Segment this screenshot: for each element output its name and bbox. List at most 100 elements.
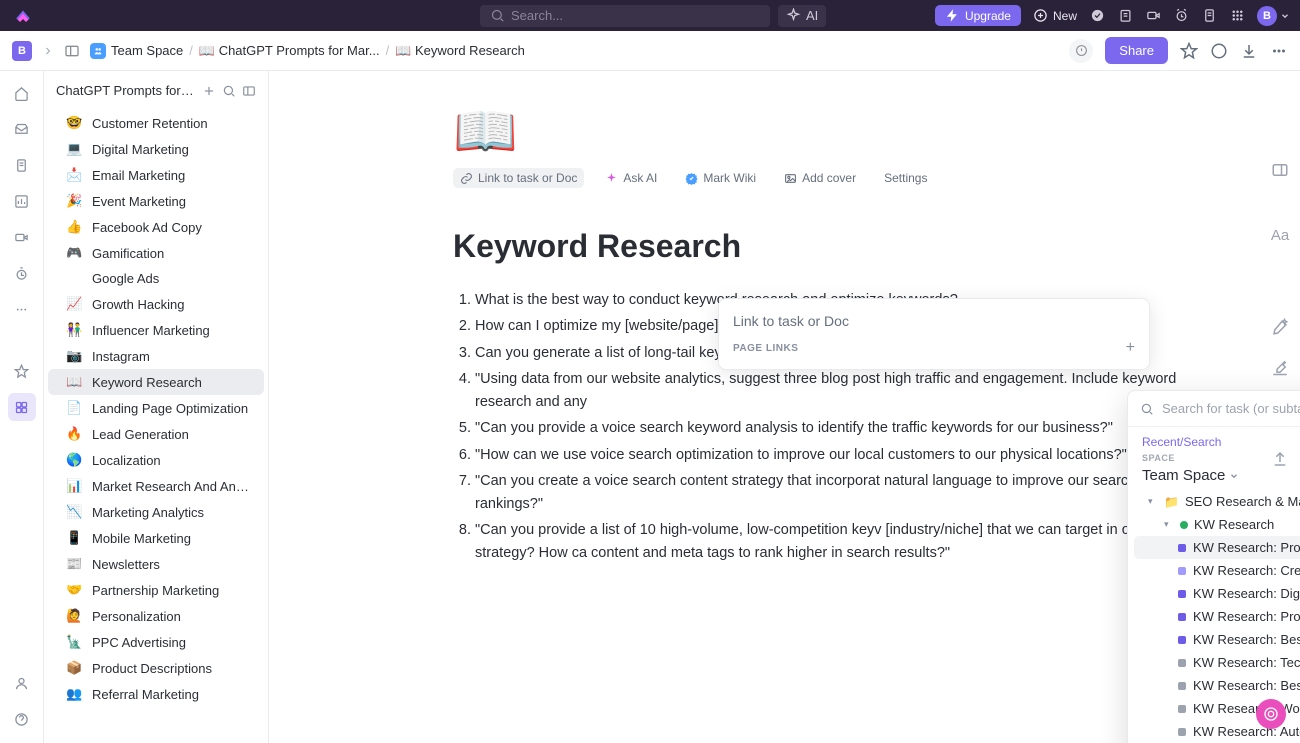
share-button[interactable]: Share: [1105, 37, 1168, 64]
add-cover-button[interactable]: Add cover: [777, 168, 863, 188]
rail-dashboards-icon[interactable]: [8, 187, 36, 215]
sidebar-item[interactable]: 🙋Personalization: [48, 603, 264, 629]
ask-ai-button[interactable]: Ask AI: [598, 168, 664, 188]
sidebar-item[interactable]: 📱Mobile Marketing: [48, 525, 264, 551]
link-popover-title: Link to task or Doc: [719, 299, 1149, 339]
page-emoji-icon: 🎮: [66, 245, 82, 261]
sidebar-item[interactable]: 🤝Partnership Marketing: [48, 577, 264, 603]
image-icon: [784, 172, 797, 185]
link-to-task-button[interactable]: Link to task or Doc: [453, 168, 584, 188]
rail-spaces-icon[interactable]: [8, 393, 36, 421]
page-emoji-icon: 🤝: [66, 582, 82, 598]
doc-title[interactable]: Keyword Research: [453, 228, 1213, 265]
highlight-icon[interactable]: [1271, 358, 1289, 376]
breadcrumb-parent[interactable]: 📖 ChatGPT Prompts for Mar...: [199, 43, 380, 59]
rail-home-icon[interactable]: [8, 79, 36, 107]
sidebar-item[interactable]: 📄Landing Page Optimization: [48, 395, 264, 421]
sidebar-item[interactable]: Google Ads: [48, 266, 264, 291]
download-icon[interactable]: [1240, 42, 1258, 60]
rail-help-icon[interactable]: [8, 705, 36, 733]
mark-wiki-button[interactable]: Mark Wiki: [678, 168, 763, 188]
collapse-sidebar-icon[interactable]: [242, 84, 256, 98]
sidebar-item[interactable]: 🎮Gamification: [48, 240, 264, 266]
sidebar-item[interactable]: 👥Referral Marketing: [48, 681, 264, 707]
rail-favorites-icon[interactable]: [8, 357, 36, 385]
workspace-badge[interactable]: B: [12, 41, 32, 61]
sidebar-item-label: Email Marketing: [92, 168, 185, 183]
doc-list-item[interactable]: "Can you provide a voice search keyword …: [475, 417, 1213, 439]
sidebar-item[interactable]: 🔥Lead Generation: [48, 421, 264, 447]
page-links-label: PAGE LINKS: [733, 343, 798, 354]
breadcrumb-space[interactable]: Team Space: [90, 43, 183, 59]
sidebar-item[interactable]: 📖Keyword Research: [48, 369, 264, 395]
sidebar-item-label: Google Ads: [92, 271, 159, 286]
global-search[interactable]: Search...: [480, 5, 770, 27]
rail-docs-icon[interactable]: [8, 151, 36, 179]
doc-list-item[interactable]: "Can you create a voice search content s…: [475, 470, 1213, 515]
check-circle-icon[interactable]: [1089, 8, 1105, 24]
doc-list-item[interactable]: "Can you provide a list of 10 high-volum…: [475, 519, 1213, 564]
doc-list-item[interactable]: "How can we use voice search optimizatio…: [475, 444, 1213, 466]
grid-apps-icon[interactable]: [1229, 8, 1245, 24]
doc-icon[interactable]: [1201, 8, 1217, 24]
rail-timesheet-icon[interactable]: [8, 259, 36, 287]
sidebar-item[interactable]: 📩Email Marketing: [48, 162, 264, 188]
ai-button[interactable]: AI: [778, 5, 826, 27]
sidebar-item[interactable]: 📈Growth Hacking: [48, 291, 264, 317]
new-button[interactable]: New: [1033, 8, 1077, 23]
add-page-icon[interactable]: [202, 84, 216, 98]
upgrade-button[interactable]: Upgrade: [935, 5, 1021, 26]
ai-wand-icon[interactable]: [1271, 318, 1289, 336]
list-status-dot: [1180, 521, 1188, 529]
sidebar-title[interactable]: ChatGPT Prompts for M...: [56, 83, 196, 98]
sidebar-item[interactable]: 📉Marketing Analytics: [48, 499, 264, 525]
chevron-right-icon: [42, 45, 54, 57]
add-page-link-button[interactable]: +: [1126, 339, 1135, 357]
comment-icon[interactable]: [1210, 42, 1228, 60]
sidebar-item-label: Instagram: [92, 349, 150, 364]
page-emoji-icon: 📈: [66, 296, 82, 312]
task-status-dot: [1178, 682, 1186, 690]
user-menu[interactable]: B: [1257, 6, 1290, 26]
more-icon[interactable]: [1270, 42, 1288, 60]
caret-down-icon: ▾: [1148, 496, 1158, 507]
sidebar-item[interactable]: 📊Market Research And Analy...: [48, 473, 264, 499]
page-emoji-icon: 📦: [66, 660, 82, 676]
star-icon[interactable]: [1180, 42, 1198, 60]
export-icon[interactable]: [1271, 450, 1289, 468]
sidebar-item[interactable]: 👫Influencer Marketing: [48, 317, 264, 343]
alarm-icon[interactable]: [1173, 8, 1189, 24]
left-icon-rail: [0, 71, 44, 743]
font-size-icon[interactable]: Aa: [1271, 227, 1289, 244]
privacy-indicator[interactable]: [1069, 39, 1093, 63]
sidebar-item[interactable]: 🤓Customer Retention: [48, 110, 264, 136]
notepad-icon[interactable]: [1117, 8, 1133, 24]
sidebar-item[interactable]: 📰Newsletters: [48, 551, 264, 577]
doc-emoji[interactable]: 📖: [453, 101, 1213, 162]
panel-toggle-icon[interactable]: [64, 43, 80, 59]
clickup-logo[interactable]: [14, 7, 32, 25]
search-pages-icon[interactable]: [222, 84, 236, 98]
doc-settings-button[interactable]: Settings: [877, 168, 934, 188]
record-clip-fab[interactable]: [1256, 699, 1286, 729]
doc-list-item[interactable]: "Using data from our website analytics, …: [475, 368, 1213, 413]
rail-more-icon[interactable]: [8, 295, 36, 323]
page-details-icon[interactable]: [1271, 161, 1289, 179]
sidebar-item[interactable]: 📦Product Descriptions: [48, 655, 264, 681]
breadcrumb-current[interactable]: 📖 Keyword Research: [395, 43, 525, 59]
rail-inbox-icon[interactable]: [8, 115, 36, 143]
sidebar-item[interactable]: 🎉Event Marketing: [48, 188, 264, 214]
sparkle-icon: [605, 172, 618, 185]
page-emoji-icon: 👥: [66, 686, 82, 702]
sidebar-item[interactable]: 👍Facebook Ad Copy: [48, 214, 264, 240]
page-emoji-icon: 🤓: [66, 115, 82, 131]
sidebar-item-label: Event Marketing: [92, 194, 186, 209]
rail-invite-icon[interactable]: [8, 669, 36, 697]
video-icon[interactable]: [1145, 8, 1161, 24]
sidebar-item[interactable]: 💻Digital Marketing: [48, 136, 264, 162]
rail-clips-icon[interactable]: [8, 223, 36, 251]
search-icon: [490, 8, 505, 23]
sidebar-item[interactable]: 🌎Localization: [48, 447, 264, 473]
sidebar-item[interactable]: 🗽PPC Advertising: [48, 629, 264, 655]
sidebar-item[interactable]: 📷Instagram: [48, 343, 264, 369]
